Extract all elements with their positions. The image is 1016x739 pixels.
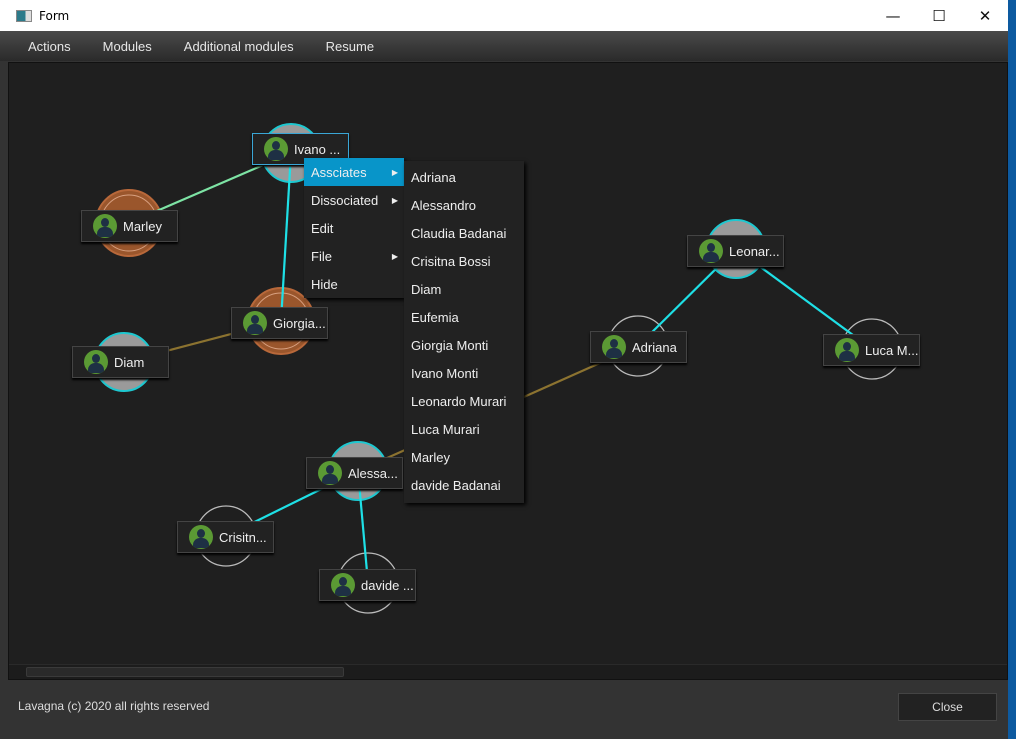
menu-item-label: Assciates: [311, 164, 367, 180]
minimize-button[interactable]: —: [870, 0, 916, 31]
user-avatar-icon: [84, 350, 108, 374]
context-item-assciates[interactable]: Assciates ▶: [304, 158, 404, 186]
submenu-item[interactable]: Giorgia Monti: [404, 331, 524, 359]
menu-item-label: File: [311, 248, 332, 264]
context-menu: Assciates ▶ Dissociated ▶ Edit File ▶ Hide: [304, 158, 404, 298]
horizontal-scrollbar[interactable]: [9, 664, 1007, 679]
node-label: Ivano ...: [294, 141, 341, 157]
node-label: Marley: [123, 218, 163, 234]
user-avatar-icon: [699, 239, 723, 263]
node-luca[interactable]: Luca M...: [823, 334, 920, 366]
close-window-button[interactable]: ✕: [962, 0, 1008, 31]
close-button[interactable]: Close: [898, 693, 997, 721]
submenu-item[interactable]: Alessandro: [404, 191, 524, 219]
submenu-item[interactable]: Adriana: [404, 163, 524, 191]
graph-canvas[interactable]: Ivano ... Marley Giorgia... Diam Leonar... Ad…: [8, 62, 1008, 680]
node-giorgia[interactable]: Giorgia...: [231, 307, 328, 339]
user-avatar-icon: [602, 335, 626, 359]
submenu-item[interactable]: davide Badanai: [404, 471, 524, 499]
user-avatar-icon: [243, 311, 267, 335]
app-icon: [16, 9, 32, 22]
node-davide[interactable]: davide ...: [319, 569, 416, 601]
menu-modules[interactable]: Modules: [103, 39, 152, 54]
user-avatar-icon: [318, 461, 342, 485]
associates-submenu: Adriana Alessandro Claudia Badanai Crisitna…: [404, 161, 524, 503]
user-avatar-icon: [264, 137, 288, 161]
node-label: Alessa...: [348, 465, 398, 481]
user-avatar-icon: [835, 338, 859, 362]
node-label: Diam: [114, 354, 145, 370]
submenu-item[interactable]: Diam: [404, 275, 524, 303]
window-title: Form: [39, 8, 70, 23]
node-label: davide ...: [361, 577, 414, 593]
menu-item-label: Edit: [311, 220, 334, 236]
node-crisitna[interactable]: Crisitn...: [177, 521, 274, 553]
submenu-item[interactable]: Claudia Badanai: [404, 219, 524, 247]
context-item-hide[interactable]: Hide: [304, 270, 404, 298]
submenu-item[interactable]: Marley: [404, 443, 524, 471]
submenu-item[interactable]: Leonardo Murari: [404, 387, 524, 415]
submenu-arrow-icon: ▶: [391, 195, 398, 205]
context-item-file[interactable]: File ▶: [304, 242, 404, 270]
node-diam[interactable]: Diam: [72, 346, 169, 378]
menu-bar: Actions Modules Additional modules Resum…: [0, 31, 1008, 61]
submenu-arrow-icon: ▶: [391, 167, 398, 177]
user-avatar-icon: [331, 573, 355, 597]
node-label: Luca M...: [865, 342, 919, 358]
menu-item-label: Dissociated: [311, 192, 379, 208]
node-leonardo[interactable]: Leonar...: [687, 235, 784, 267]
submenu-item[interactable]: Ivano Monti: [404, 359, 524, 387]
context-item-edit[interactable]: Edit: [304, 214, 404, 242]
submenu-arrow-icon: ▶: [391, 251, 398, 261]
menu-resume[interactable]: Resume: [326, 39, 374, 54]
menu-actions[interactable]: Actions: [28, 39, 71, 54]
submenu-item[interactable]: Crisitna Bossi: [404, 247, 524, 275]
node-label: Adriana: [632, 339, 677, 355]
menu-item-label: Hide: [311, 276, 338, 292]
node-label: Crisitn...: [219, 529, 267, 545]
node-adriana[interactable]: Adriana: [590, 331, 687, 363]
submenu-item[interactable]: Eufemia: [404, 303, 524, 331]
title-bar: Form — ☐ ✕: [0, 0, 1008, 31]
node-alessandro[interactable]: Alessa...: [306, 457, 403, 489]
maximize-button[interactable]: ☐: [916, 0, 962, 31]
user-avatar-icon: [93, 214, 117, 238]
status-text: Lavagna (c) 2020 all rights reserved: [18, 699, 210, 713]
user-avatar-icon: [189, 525, 213, 549]
window: Form — ☐ ✕ Actions Modules Additional mo…: [0, 0, 1008, 739]
node-marley[interactable]: Marley: [81, 210, 178, 242]
node-label: Giorgia...: [273, 315, 326, 331]
scrollbar-thumb[interactable]: [26, 667, 344, 677]
node-label: Leonar...: [729, 243, 780, 259]
menu-additional-modules[interactable]: Additional modules: [184, 39, 294, 54]
submenu-item[interactable]: Luca Murari: [404, 415, 524, 443]
context-item-dissociated[interactable]: Dissociated ▶: [304, 186, 404, 214]
